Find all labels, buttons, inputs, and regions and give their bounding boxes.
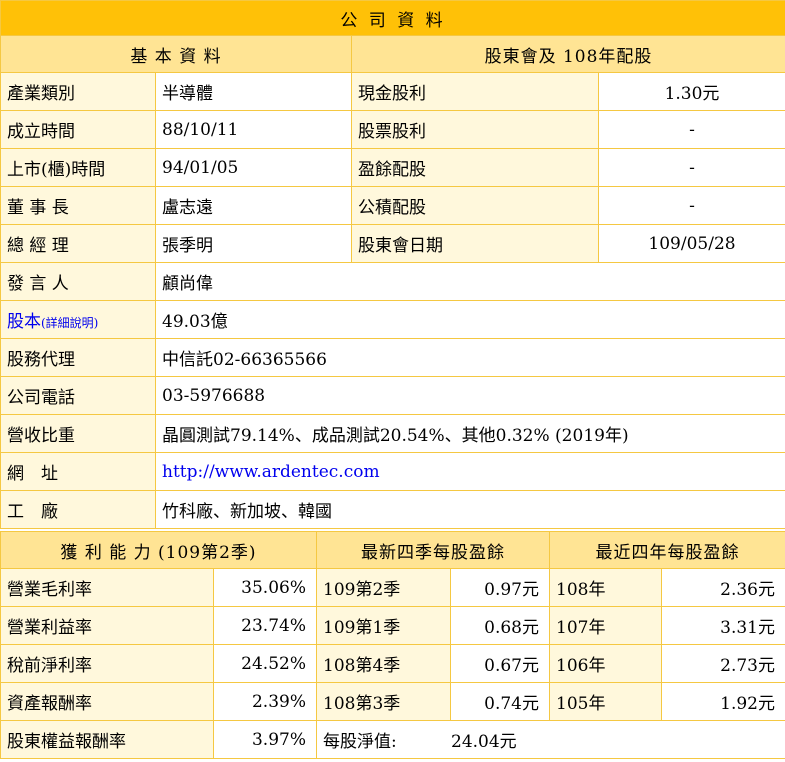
quarter-label: 109第2季: [316, 568, 451, 607]
table-row: 營業毛利率 35.06% 109第2季 0.97元 108年 2.36元: [0, 568, 785, 607]
table-row: 上市(櫃)時間 94/01/05 盈餘配股 -: [0, 148, 785, 187]
nav-value: 24.04元: [451, 732, 517, 752]
president-value: 張季明: [155, 224, 352, 263]
year-eps: 3.31元: [661, 606, 785, 645]
table-row: 成立時間 88/10/11 股票股利 -: [0, 110, 785, 149]
table-row: 董 事 長 盧志遠 公積配股 -: [0, 186, 785, 225]
industry-value: 半導體: [155, 72, 352, 111]
quarter-eps: 0.97元: [450, 568, 550, 607]
year-eps: 1.92元: [661, 682, 785, 721]
year-label: 106年: [549, 644, 662, 683]
pretax-margin-label: 稅前淨利率: [0, 644, 214, 683]
table-row: 總 經 理 張季明 股東會日期 109/05/28: [0, 224, 785, 263]
roa-label: 資產報酬率: [0, 682, 214, 721]
earnings-stock-value: -: [597, 148, 785, 187]
nav-cell: 每股淨值: 24.04元: [316, 720, 785, 759]
table-row: 稅前淨利率 24.52% 108第4季 0.67元 106年 2.73元: [0, 644, 785, 683]
table-row: 工 廠 竹科廠、新加坡、韓國: [0, 490, 785, 529]
table-row: 股務代理 中信託02-66365566: [0, 338, 785, 377]
quarter-label: 108第4季: [316, 644, 451, 683]
established-value: 88/10/11: [155, 110, 352, 149]
eps-4y-header: 最近四年每股盈餘: [549, 531, 785, 569]
capital-detail-link[interactable]: 股本(詳細說明): [7, 312, 98, 332]
transfer-agent-label: 股務代理: [0, 338, 156, 377]
table-row: 產業類別 半導體 現金股利 1.30元: [0, 72, 785, 111]
spokesperson-value: 顧尚偉: [154, 262, 785, 301]
listing-date-label: 上市(櫃)時間: [0, 148, 156, 187]
capital-label-cell: 股本(詳細說明): [0, 300, 156, 339]
company-info-table: 公 司 資 料 基 本 資 料 股東會及 108年配股 產業類別 半導體 現金股…: [0, 0, 785, 529]
stock-dividend-label: 股票股利: [351, 110, 599, 149]
year-eps: 2.36元: [661, 568, 785, 607]
gross-margin-value: 35.06%: [213, 568, 317, 607]
quarter-label: 109第1季: [316, 606, 451, 645]
dividend-header: 股東會及 108年配股: [350, 35, 785, 73]
website-link[interactable]: http://www.ardentec.com: [162, 462, 380, 482]
quarter-label: 108第3季: [316, 682, 451, 721]
year-label: 107年: [549, 606, 662, 645]
chairman-value: 盧志遠: [155, 186, 352, 225]
listing-date-value: 94/01/05: [155, 148, 352, 187]
pretax-margin-value: 24.52%: [213, 644, 317, 683]
factory-label: 工 廠: [0, 490, 156, 529]
table-row: 營業利益率 23.74% 109第1季 0.68元 107年 3.31元: [0, 606, 785, 645]
stock-dividend-value: -: [597, 110, 785, 149]
cash-dividend-value: 1.30元: [597, 72, 785, 111]
capital-reserve-stock-value: -: [597, 186, 785, 225]
year-eps: 2.73元: [661, 644, 785, 683]
roa-value: 2.39%: [213, 682, 317, 721]
chairman-label: 董 事 長: [0, 186, 156, 225]
gross-margin-label: 營業毛利率: [0, 568, 214, 607]
established-label: 成立時間: [0, 110, 156, 149]
table-row: 股本(詳細說明) 49.03億: [0, 300, 785, 339]
shareholder-meeting-label: 股東會日期: [351, 224, 599, 263]
table-row: 網 址 http://www.ardentec.com: [0, 452, 785, 491]
nav-label: 每股淨值:: [323, 732, 397, 752]
president-label: 總 經 理: [0, 224, 156, 263]
phone-label: 公司電話: [0, 376, 156, 415]
revenue-mix-label: 營收比重: [0, 414, 156, 453]
table-row: 公司電話 03-5976688: [0, 376, 785, 415]
spokesperson-label: 發 言 人: [0, 262, 156, 301]
capital-value: 49.03億: [154, 300, 785, 339]
earnings-stock-label: 盈餘配股: [351, 148, 599, 187]
profitability-table: 獲 利 能 力 (109第2季) 最新四季每股盈餘 最近四年每股盈餘 營業毛利率…: [0, 531, 785, 759]
capital-reserve-stock-label: 公積配股: [351, 186, 599, 225]
table-row: 資產報酬率 2.39% 108第3季 0.74元 105年 1.92元: [0, 682, 785, 721]
quarter-eps: 0.68元: [450, 606, 550, 645]
revenue-mix-value: 晶圓測試79.14%、成品測試20.54%、其他0.32% (2019年): [154, 414, 785, 453]
profitability-header: 獲 利 能 力 (109第2季): [0, 531, 317, 569]
table-row: 股東權益報酬率 3.97% 每股淨值: 24.04元: [0, 720, 785, 759]
cash-dividend-label: 現金股利: [351, 72, 599, 111]
table-row: 發 言 人 顧尚偉: [0, 262, 785, 301]
year-label: 105年: [549, 682, 662, 721]
page-title: 公 司 資 料: [0, 0, 785, 36]
operating-margin-label: 營業利益率: [0, 606, 214, 645]
operating-margin-value: 23.74%: [213, 606, 317, 645]
roe-value: 3.97%: [213, 720, 317, 759]
eps-4q-header: 最新四季每股盈餘: [316, 531, 550, 569]
basic-info-header: 基 本 資 料: [0, 35, 352, 73]
capital-label: 股本: [7, 312, 41, 332]
transfer-agent-value: 中信託02-66365566: [154, 338, 785, 377]
year-label: 108年: [549, 568, 662, 607]
factory-value: 竹科廠、新加坡、韓國: [154, 490, 785, 529]
website-value-cell: http://www.ardentec.com: [154, 452, 785, 491]
table-row: 營收比重 晶圓測試79.14%、成品測試20.54%、其他0.32% (2019…: [0, 414, 785, 453]
quarter-eps: 0.74元: [450, 682, 550, 721]
quarter-eps: 0.67元: [450, 644, 550, 683]
capital-detail-link-text: (詳細說明): [41, 316, 99, 330]
website-label: 網 址: [0, 452, 156, 491]
phone-value: 03-5976688: [154, 376, 785, 415]
shareholder-meeting-value: 109/05/28: [597, 224, 785, 263]
roe-label: 股東權益報酬率: [0, 720, 214, 759]
industry-label: 產業類別: [0, 72, 156, 111]
